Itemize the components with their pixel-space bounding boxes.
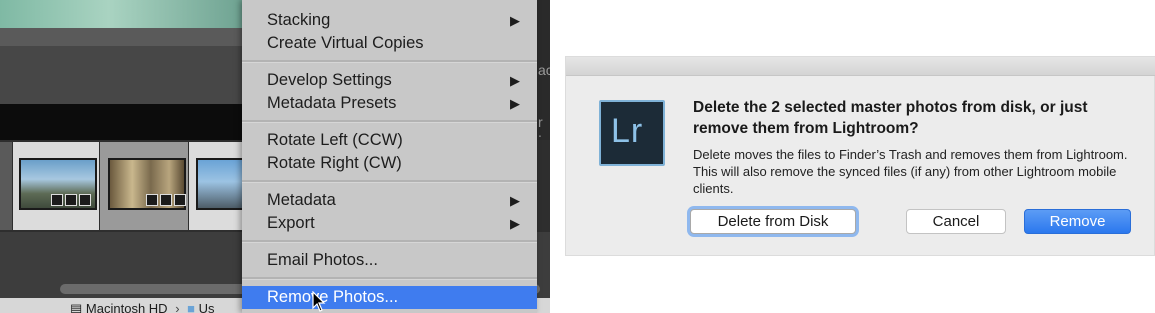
lightroom-app-icon: Lr xyxy=(599,100,665,166)
menu-item-label: Develop Settings xyxy=(267,71,392,89)
submenu-arrow-icon: ▶ xyxy=(510,13,520,28)
dialog-message: Delete moves the files to Finder’s Trash… xyxy=(693,147,1128,196)
filmstrip-cell[interactable] xyxy=(100,142,188,230)
filmstrip-cell-selected[interactable] xyxy=(13,142,99,230)
menu-item-label: Rotate Left (CCW) xyxy=(267,131,403,149)
menu-item-label: Metadata xyxy=(267,191,336,209)
photo-thumbnail xyxy=(196,158,246,210)
menu-item-label: Create Virtual Copies xyxy=(267,34,424,52)
filmstrip-cell[interactable] xyxy=(0,142,12,230)
menu-item-metadata[interactable]: Metadata ▶ xyxy=(242,189,537,212)
menu-separator xyxy=(242,60,537,63)
menu-item-label: Export xyxy=(267,214,315,232)
badge-icon xyxy=(79,194,91,206)
thumbnail-badges xyxy=(51,194,93,208)
badge-icon xyxy=(174,194,186,206)
panel-edge-text: ac xyxy=(538,62,550,78)
path-bar: ▤ Macintosh HD › ■ Us xyxy=(70,301,215,313)
menu-item-label: Metadata Presets xyxy=(267,94,397,112)
submenu-arrow-icon: ▶ xyxy=(510,96,520,111)
menu-item-rotate-left[interactable]: Rotate Left (CCW) xyxy=(242,129,537,152)
menu-item-rotate-right[interactable]: Rotate Right (CW) xyxy=(242,152,537,175)
submenu-arrow-icon: ▶ xyxy=(510,73,520,88)
remove-button[interactable]: Remove xyxy=(1024,209,1131,234)
menu-separator xyxy=(242,240,537,243)
submenu-arrow-icon: ▶ xyxy=(510,216,520,231)
filmstrip-cell-selected[interactable] xyxy=(189,142,246,230)
menu-item-develop-settings[interactable]: Develop Settings ▶ xyxy=(242,69,537,92)
lightroom-window: ac r : ▤ Macintosh HD › ■ Us Stacking ▶ … xyxy=(0,0,550,313)
menu-item-email-photos[interactable]: Email Photos... xyxy=(242,249,537,272)
badge-icon xyxy=(146,194,158,206)
badge-icon xyxy=(65,194,77,206)
menu-separator xyxy=(242,277,537,280)
badge-icon xyxy=(160,194,172,206)
path-disk[interactable]: Macintosh HD xyxy=(86,301,168,313)
badge-icon xyxy=(51,194,63,206)
submenu-arrow-icon: ▶ xyxy=(510,193,520,208)
menu-item-stacking[interactable]: Stacking ▶ xyxy=(242,9,537,32)
dialog-title-bar xyxy=(566,57,1155,76)
cancel-button[interactable]: Cancel xyxy=(906,209,1006,234)
thumbnail-badges xyxy=(146,194,188,208)
path-next[interactable]: Us xyxy=(199,301,215,313)
menu-item-export[interactable]: Export ▶ xyxy=(242,212,537,235)
folder-icon: ■ xyxy=(187,301,196,313)
menu-item-create-virtual-copies[interactable]: Create Virtual Copies xyxy=(242,32,537,55)
menu-item-label: Remove Photos... xyxy=(267,288,399,306)
app-icon-label: Lr xyxy=(611,112,644,150)
dialog-headline: Delete the 2 selected master photos from… xyxy=(693,99,1088,137)
disk-icon: ▤ xyxy=(70,301,83,313)
delete-photos-dialog: Lr Delete the 2 selected master photos f… xyxy=(565,56,1155,256)
menu-item-label: Rotate Right (CW) xyxy=(267,154,402,172)
context-menu: Stacking ▶ Create Virtual Copies Develop… xyxy=(242,0,537,313)
loupe-photo-preview xyxy=(0,0,242,28)
path-separator-icon: › xyxy=(175,301,180,313)
menu-item-remove-photos[interactable]: Remove Photos... xyxy=(242,286,537,309)
menu-separator xyxy=(242,120,537,123)
mouse-pointer-icon xyxy=(312,291,326,312)
menu-item-metadata-presets[interactable]: Metadata Presets ▶ xyxy=(242,92,537,115)
menu-item-label: Email Photos... xyxy=(267,251,378,269)
menu-separator xyxy=(242,180,537,183)
menu-item-label: Stacking xyxy=(267,11,331,29)
delete-from-disk-button[interactable]: Delete from Disk xyxy=(690,209,856,234)
